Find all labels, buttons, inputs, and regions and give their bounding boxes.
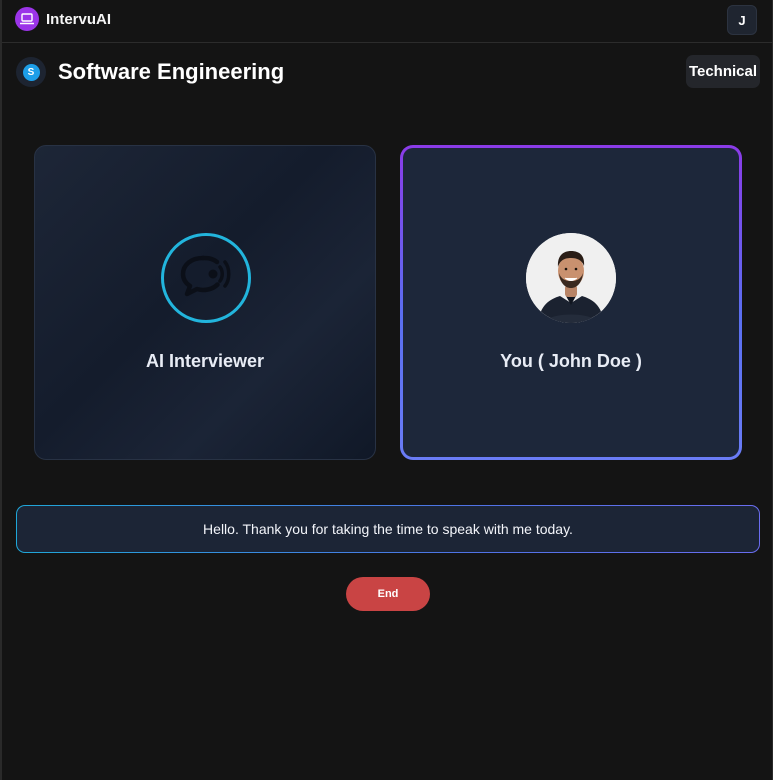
page-title: Software Engineering	[58, 59, 285, 84]
app-window: IntervuAI J S Software Engineering Techn…	[0, 0, 773, 780]
top-navbar: IntervuAI J	[2, 0, 773, 43]
ai-interviewer-card: AI Interviewer	[34, 145, 376, 460]
user-profile-photo	[526, 233, 616, 323]
brand[interactable]: IntervuAI	[15, 7, 111, 31]
chat-speaking-icon	[179, 254, 233, 303]
ai-interviewer-label: AI Interviewer	[145, 351, 265, 371]
interview-type-badge: Technical	[686, 55, 760, 88]
transcript-box: Hello. Thank you for taking the time to …	[16, 505, 760, 553]
user-avatar-button[interactable]: J	[727, 5, 757, 35]
ai-avatar-ring	[161, 233, 251, 323]
user-label: You ( John Doe )	[500, 351, 642, 371]
user-card-body: You ( John Doe )	[403, 148, 739, 457]
skype-icon: S	[22, 63, 40, 81]
company-logo: S	[16, 57, 46, 87]
end-call-button[interactable]: End	[346, 577, 430, 611]
transcript-text: Hello. Thank you for taking the time to …	[17, 506, 759, 552]
brand-name: IntervuAI	[46, 10, 112, 28]
user-card: You ( John Doe )	[400, 145, 742, 460]
laptop-icon	[15, 7, 39, 31]
